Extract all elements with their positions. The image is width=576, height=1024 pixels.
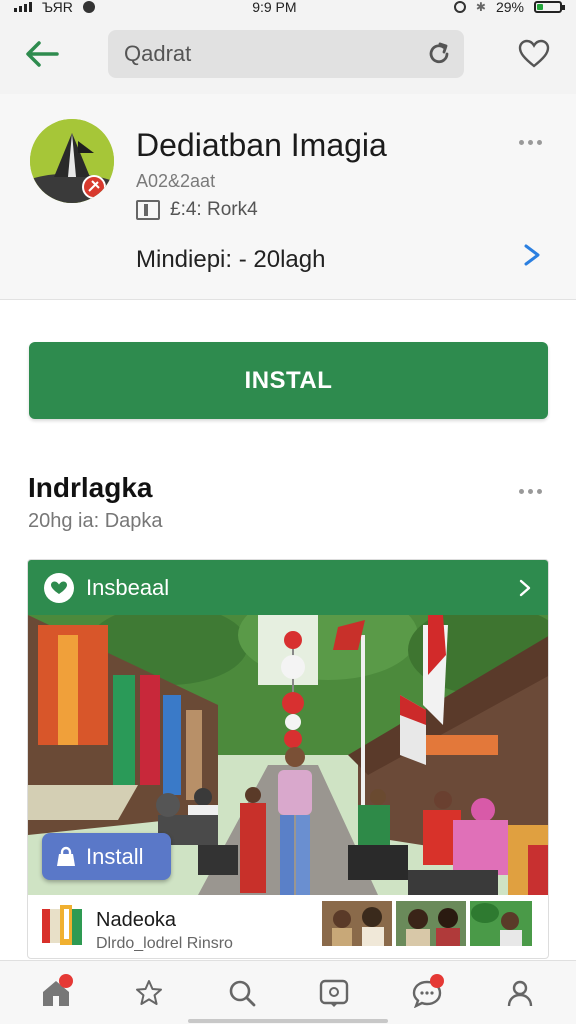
status-left: ЪЯR [14,0,95,15]
nav-favorites[interactable] [124,968,174,1018]
feature-header[interactable]: Insbeaal [28,560,548,615]
install-overlay-button[interactable]: Install [42,833,171,880]
signal-icon [14,2,32,12]
book-icon [136,200,160,220]
feature-header-label: Insbeaal [86,574,170,600]
status-right: ✱ 29% [453,0,565,15]
arrow-left-icon [26,41,59,67]
refresh-icon[interactable] [426,41,452,67]
favorite-button[interactable] [514,34,554,74]
shopping-bag-icon [57,846,75,866]
clock: 9:9 PM [252,0,297,15]
app-meta-text: £:4: Rork4 [170,199,258,220]
heart-icon [518,39,550,68]
more-options-icon[interactable] [519,140,542,145]
carrier-label: ЪЯR [42,0,73,15]
section-more-icon[interactable] [519,489,542,494]
battery-percent: 29% [495,0,524,15]
section-subtitle: 20hg ia: Dapka [28,510,163,532]
avatar [396,901,466,946]
avatar [470,901,532,946]
nav-badge [59,973,74,988]
app-subtitle: A02&2aat [136,171,216,191]
search-icon [229,980,256,1006]
footer-title: Nadeoka [96,909,177,931]
nav-messages[interactable] [309,968,359,1018]
app-title: Dediatban Imagia [136,127,387,163]
chevron-right-icon[interactable] [518,579,532,597]
bottom-nav [0,960,576,1024]
feature-footer[interactable]: Nadeoka Dlrdo_lodrel Rinsro [28,895,548,958]
star-icon [135,979,162,1005]
footer-subtitle: Dlrdo_lodrel Rinsro [96,935,233,952]
nav-search[interactable] [217,968,267,1018]
footer-app-thumbnail [40,903,86,949]
bluetooth-icon: ✱ [475,0,486,14]
feature-image: Install [28,615,548,895]
battery-icon [533,1,565,13]
app-developer[interactable]: Mindiepi: - 20lagh [136,246,325,274]
top-bar: Qadrat [0,14,576,94]
install-overlay-label: Install [86,843,144,869]
avatar [322,901,392,946]
install-button[interactable]: INSTAL [29,342,548,419]
nav-profile[interactable] [495,968,545,1018]
app-header-card: Dediatban Imagia A02&2aat £:4: Rork4 Min… [0,94,576,300]
back-button[interactable] [22,34,62,74]
status-bar: ЪЯR 9:9 PM ✱ 29% [0,0,576,15]
profile-icon [507,980,532,1006]
nav-badge [429,973,444,988]
search-input[interactable]: Qadrat [108,30,464,78]
home-indicator[interactable] [188,1019,388,1023]
nav-home[interactable] [31,968,81,1018]
feature-card[interactable]: Insbeaal Install Nadeoka Dlrdo_lodrel Ri… [27,559,549,959]
heart-badge-icon [44,572,74,603]
section-title: Indrlagka [28,472,153,503]
app-logo [30,119,114,203]
app-meta: £:4: Rork4 [136,199,258,221]
notification-icon [82,1,95,13]
alarm-icon [453,1,466,13]
message-icon [320,979,349,1007]
search-text: Qadrat [124,41,192,66]
nav-chat[interactable] [402,968,452,1018]
chevron-right-icon[interactable] [522,244,542,266]
footer-avatars [322,901,532,946]
